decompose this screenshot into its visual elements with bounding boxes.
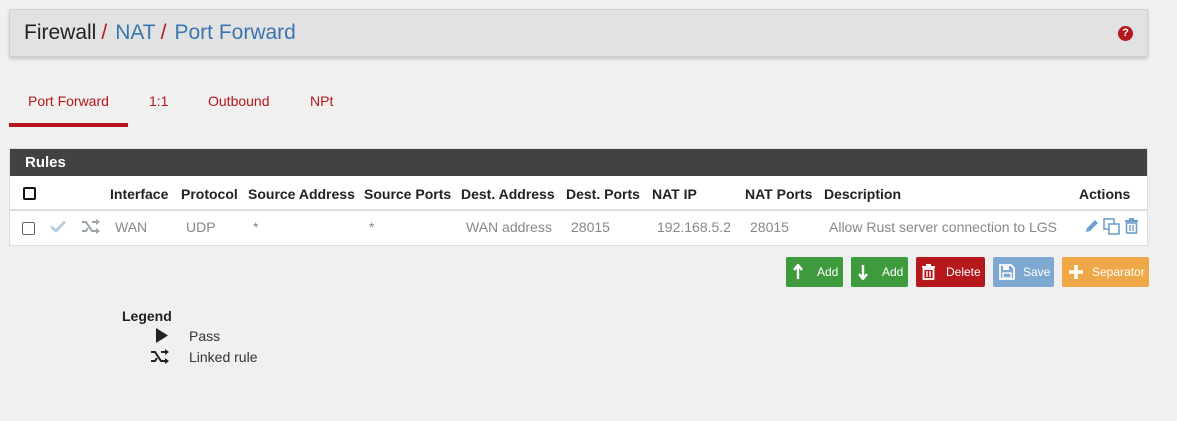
- breadcrumb-port-forward-link[interactable]: Port Forward: [174, 21, 295, 44]
- cell-nat-ports: 28015: [750, 219, 789, 235]
- column-header-actions: Actions: [1079, 186, 1131, 202]
- column-header-interface: Interface: [110, 186, 169, 202]
- breadcrumb-separator: /: [160, 21, 167, 44]
- delete-label: Delete: [946, 265, 981, 279]
- save-button[interactable]: Save: [993, 257, 1054, 287]
- legend-pass-label: Pass: [189, 328, 221, 344]
- add-below-label: Add: [882, 265, 904, 279]
- separator-label: Separator: [1092, 265, 1145, 279]
- cell-interface: WAN: [115, 219, 148, 235]
- check-icon[interactable]: [50, 220, 66, 234]
- plus-icon: [1068, 264, 1084, 283]
- column-header-dest-address: Dest. Address: [461, 186, 555, 202]
- column-header-description: Description: [824, 186, 902, 202]
- add-above-label: Add: [817, 265, 839, 279]
- breadcrumb: Firewall / NAT / Port Forward: [24, 21, 296, 45]
- tab-npt[interactable]: NPt: [310, 93, 333, 109]
- panel-title: Rules: [10, 149, 1147, 176]
- cell-dest-address: WAN address: [466, 219, 552, 235]
- add-below-button[interactable]: Add: [851, 257, 908, 287]
- legend-title: Legend: [122, 308, 172, 324]
- save-label: Save: [1023, 265, 1051, 279]
- column-header-nat-ip: NAT IP: [652, 186, 697, 202]
- arrow-down-icon: [857, 264, 869, 283]
- breadcrumb-separator: /: [101, 21, 108, 44]
- tab-1-1[interactable]: 1:1: [149, 93, 168, 109]
- cell-description: Allow Rust server connection to LGS: [829, 219, 1057, 235]
- cell-dest-ports: 28015: [571, 219, 610, 235]
- column-header-source-address: Source Address: [248, 186, 355, 202]
- copy-icon[interactable]: [1103, 218, 1121, 236]
- breadcrumb-nat-link[interactable]: NAT: [115, 21, 155, 44]
- pencil-icon[interactable]: [1084, 218, 1100, 234]
- play-icon: [155, 328, 169, 343]
- trash-icon: [921, 264, 936, 283]
- column-header-source-ports: Source Ports: [364, 186, 452, 202]
- column-header-protocol: Protocol: [181, 186, 238, 202]
- active-tab-indicator: [9, 123, 128, 127]
- shuffle-icon: [150, 349, 170, 364]
- page-header: Firewall / NAT / Port Forward ?: [9, 9, 1148, 57]
- cell-source-ports: *: [369, 219, 375, 235]
- cell-nat-ip: 192.168.5.2: [657, 219, 731, 235]
- cell-protocol: UDP: [186, 219, 216, 235]
- question-circle-icon[interactable]: ?: [1118, 26, 1133, 41]
- arrow-up-icon: [792, 263, 804, 283]
- save-icon: [999, 264, 1015, 283]
- select-all-checkbox[interactable]: [23, 187, 36, 200]
- breadcrumb-firewall: Firewall: [24, 21, 97, 44]
- column-header-dest-ports: Dest. Ports: [566, 186, 640, 202]
- trash-icon[interactable]: [1124, 218, 1139, 234]
- tab-outbound[interactable]: Outbound: [208, 93, 270, 109]
- tab-port-forward[interactable]: Port Forward: [28, 93, 109, 109]
- add-above-button[interactable]: Add: [786, 257, 843, 287]
- delete-button[interactable]: Delete: [916, 257, 985, 287]
- separator-button[interactable]: Separator: [1062, 257, 1149, 287]
- row-checkbox[interactable]: [22, 222, 35, 235]
- header-divider: [10, 209, 1147, 211]
- column-header-nat-ports: NAT Ports: [745, 186, 813, 202]
- cell-source-address: *: [253, 219, 259, 235]
- rules-panel: Rules Interface Protocol Source Address …: [9, 148, 1148, 246]
- shuffle-icon[interactable]: [81, 219, 101, 234]
- legend-linked-rule-label: Linked rule: [189, 349, 258, 365]
